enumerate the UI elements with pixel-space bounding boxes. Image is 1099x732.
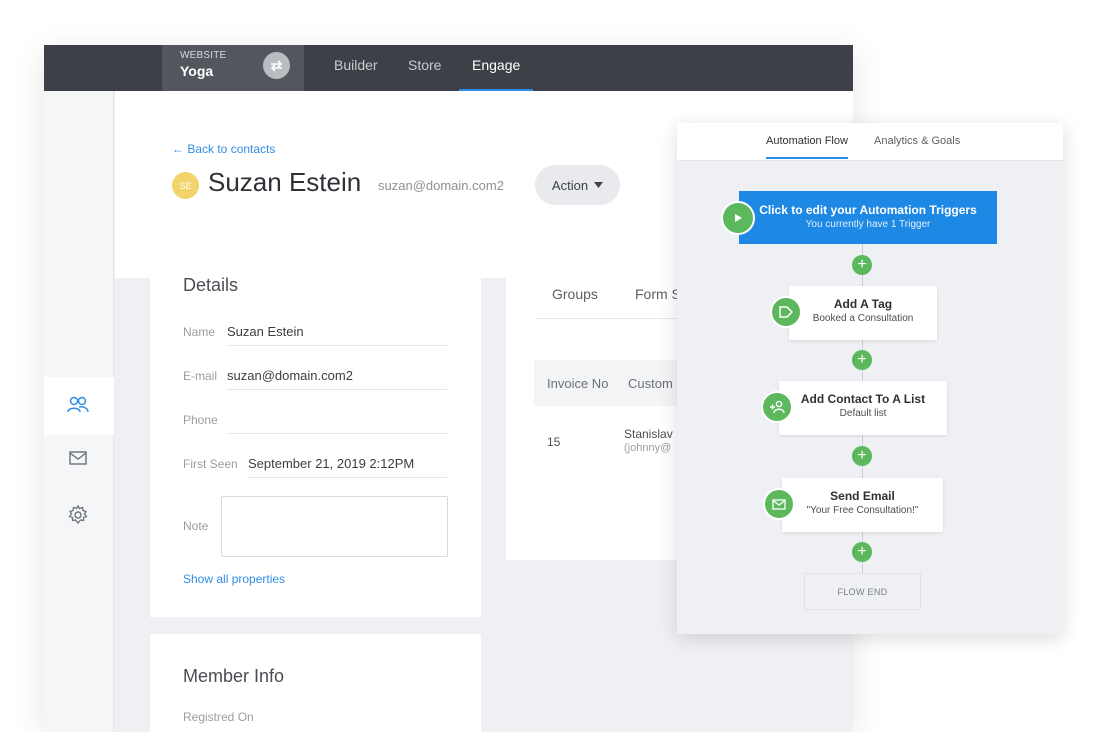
contact-email: suzan@domain.com2	[378, 178, 504, 193]
first-seen-underline	[248, 477, 447, 478]
flow-tabs: Automation Flow Analytics & Goals	[677, 123, 1063, 161]
tab-groups[interactable]: Groups	[552, 286, 598, 302]
add-step-button[interactable]: +	[852, 350, 872, 370]
details-card: Details Name Suzan Estein E-mail suzan@d…	[150, 243, 481, 617]
email-underline	[227, 389, 447, 390]
name-label: Name	[183, 325, 216, 339]
chevron-down-icon	[594, 182, 604, 188]
step-title: Send Email	[830, 489, 895, 503]
action-dropdown-button[interactable]: Action	[535, 165, 620, 205]
step-add-contact-to-list[interactable]: Add Contact To A List Default list	[779, 381, 947, 435]
email-label: E-mail	[183, 369, 218, 383]
phone-label: Phone	[183, 413, 218, 427]
flow-end-block: FLOW END	[804, 573, 921, 610]
tab-engage[interactable]: Engage	[459, 57, 534, 91]
switch-website-button[interactable]	[263, 52, 290, 79]
note-textarea[interactable]	[221, 496, 448, 557]
tab-builder[interactable]: Builder	[334, 57, 378, 91]
step-subtitle: Default list	[839, 408, 887, 419]
left-sidebar: ?	[44, 91, 114, 732]
step-subtitle: Booked a Consultation	[812, 313, 914, 324]
customer-sub-cell: (johnny@	[624, 442, 672, 454]
tab-store[interactable]: Store	[408, 57, 441, 91]
member-info-card: Member Info Registred On	[150, 634, 481, 732]
contacts-icon[interactable]	[66, 393, 90, 417]
first-seen-field[interactable]: September 21, 2019 2:12PM	[248, 456, 414, 471]
add-contact-icon	[761, 391, 793, 423]
avatar: SE	[172, 172, 199, 199]
step-add-tag[interactable]: Add A Tag Booked a Consultation	[789, 286, 937, 340]
settings-gear-icon[interactable]	[66, 503, 90, 527]
first-seen-label: First Seen	[183, 457, 238, 471]
email-icon	[763, 488, 795, 520]
add-step-button[interactable]: +	[852, 542, 872, 562]
phone-underline	[227, 433, 447, 434]
details-title: Details	[183, 275, 239, 295]
column-customer[interactable]: Custom	[628, 376, 673, 391]
name-underline	[227, 345, 447, 346]
trigger-subtitle: You currently have 1 Trigger	[805, 219, 931, 230]
automation-flow-panel: Automation Flow Analytics & Goals Click …	[677, 123, 1063, 634]
add-step-button[interactable]: +	[852, 446, 872, 466]
member-info-title: Member Info	[183, 666, 285, 686]
column-invoice-no[interactable]: Invoice No	[547, 376, 608, 391]
customer-cell[interactable]: Stanislav	[624, 427, 673, 441]
back-to-contacts-link[interactable]: ← Back to contacts	[172, 142, 275, 156]
step-title: Add Contact To A List	[800, 392, 926, 406]
page-title: Suzan Estein	[208, 167, 362, 197]
mail-icon[interactable]	[66, 446, 90, 470]
show-all-properties-link[interactable]: Show all properties	[183, 572, 285, 586]
step-subtitle: "Your Free Consultation!"	[806, 505, 919, 516]
add-step-button[interactable]: +	[852, 255, 872, 275]
website-switcher[interactable]: WEBSITE Yoga	[162, 45, 304, 91]
automation-trigger-block[interactable]: Click to edit your Automation Triggers Y…	[739, 191, 997, 244]
name-field[interactable]: Suzan Estein	[227, 324, 304, 339]
top-navigation-bar: WEBSITE Yoga Builder Store Engage	[44, 45, 853, 91]
email-field[interactable]: suzan@domain.com2	[227, 368, 353, 383]
tab-forms[interactable]: Form S	[635, 286, 681, 302]
invoice-cell: 15	[547, 435, 561, 449]
tab-automation-flow[interactable]: Automation Flow	[766, 135, 848, 159]
step-title: Add A Tag	[833, 297, 893, 311]
tab-analytics-goals[interactable]: Analytics & Goals	[874, 135, 960, 147]
play-icon	[721, 201, 755, 235]
swap-arrows-icon	[270, 59, 283, 72]
trigger-title: Click to edit your Automation Triggers	[759, 203, 977, 217]
step-send-email[interactable]: Send Email "Your Free Consultation!"	[782, 478, 943, 532]
registered-on-label: Registred On	[183, 710, 254, 724]
website-kicker: WEBSITE	[180, 50, 227, 61]
tag-icon	[770, 296, 802, 328]
website-name: Yoga	[180, 63, 214, 79]
note-label: Note	[183, 519, 209, 533]
action-label: Action	[551, 177, 589, 193]
